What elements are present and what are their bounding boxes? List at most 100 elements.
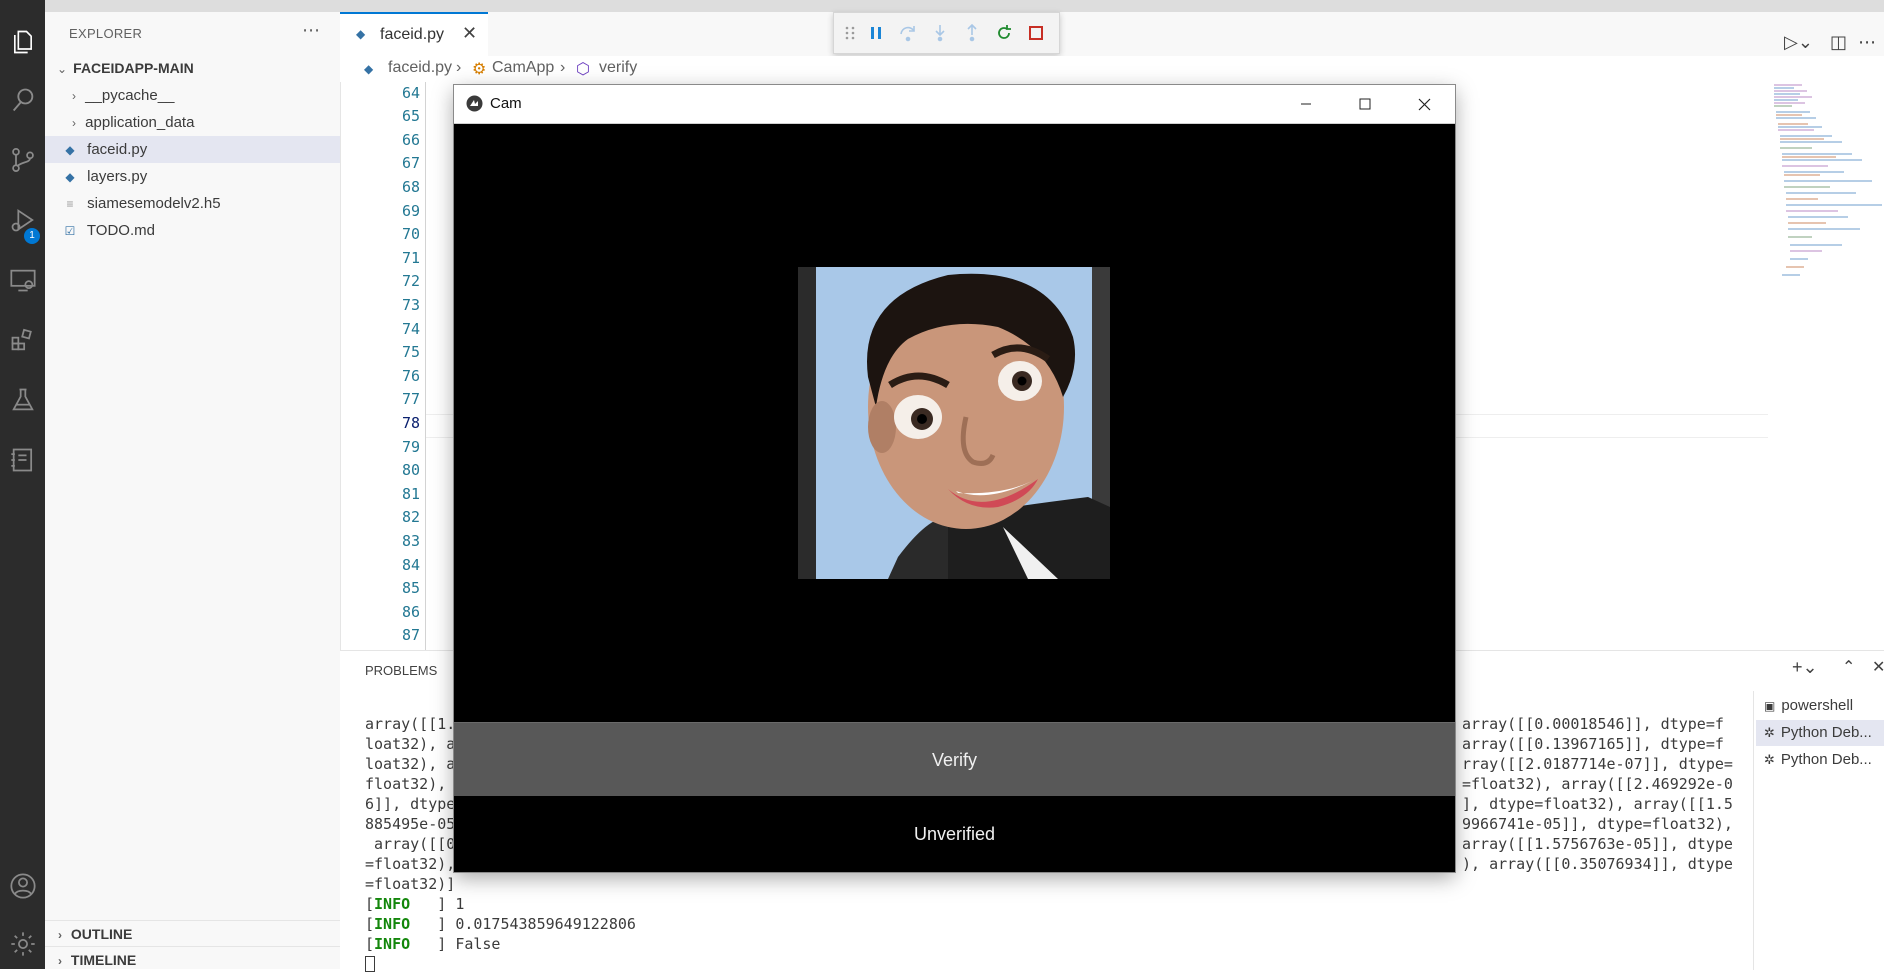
cam-title-bar[interactable]: Cam bbox=[454, 85, 1455, 124]
terminal-line: array([[0.00018546]], dtype=f bbox=[1462, 715, 1724, 733]
remote-monitor-icon bbox=[9, 269, 36, 292]
line-number: 67 bbox=[401, 154, 420, 172]
line-number: 68 bbox=[401, 178, 420, 196]
search-activity[interactable] bbox=[0, 76, 45, 124]
run-python-icon[interactable]: ▷⌄ bbox=[1784, 32, 1813, 53]
info-tag: INFO bbox=[374, 915, 411, 933]
class-icon: ⚙ bbox=[472, 61, 487, 78]
step-into-icon[interactable] bbox=[928, 21, 952, 45]
terminal-item-label: Python Deb... bbox=[1780, 724, 1872, 741]
close-icon[interactable]: ✕ bbox=[462, 23, 477, 44]
breadcrumb-class[interactable]: CamApp bbox=[492, 59, 554, 77]
tree-item-faceid-py[interactable]: ◆ faceid.py bbox=[45, 136, 340, 163]
terminal-line: array([[1. bbox=[365, 715, 456, 733]
info-tag: INFO bbox=[374, 895, 411, 913]
line-number: 87 bbox=[401, 626, 420, 644]
stop-icon[interactable] bbox=[1024, 21, 1048, 45]
tree-item-label: faceid.py bbox=[87, 141, 148, 158]
explorer-activity[interactable] bbox=[0, 18, 45, 66]
info-value: 0.017543859649122806 bbox=[455, 915, 636, 933]
tab-problems[interactable]: PROBLEMS bbox=[365, 663, 437, 678]
notebook-icon bbox=[10, 448, 32, 472]
chevron-right-icon: › bbox=[456, 59, 462, 76]
line-number: 65 bbox=[401, 107, 420, 125]
tree-item-label: __pycache__ bbox=[85, 87, 175, 104]
outline-section[interactable]: › OUTLINE bbox=[45, 920, 340, 947]
python-file-icon: ◆ bbox=[65, 143, 75, 157]
extensions-icon bbox=[11, 328, 32, 351]
terminal-item-python-debug-2[interactable]: ✲ Python Deb... bbox=[1756, 747, 1884, 773]
tree-item-pycache[interactable]: › __pycache__ bbox=[45, 82, 340, 109]
terminal-line: array([[1.5756763e-05]], dtype bbox=[1462, 835, 1733, 853]
line-number: 79 bbox=[401, 438, 420, 456]
close-panel-icon[interactable]: ✕ bbox=[1872, 657, 1884, 677]
tree-item-layers-py[interactable]: ◆ layers.py bbox=[45, 163, 340, 190]
flask-icon bbox=[11, 388, 34, 411]
notebook-activity[interactable] bbox=[0, 436, 45, 484]
line-number: 72 bbox=[401, 272, 420, 290]
extensions-activity[interactable] bbox=[0, 316, 45, 364]
line-number: 64 bbox=[401, 84, 420, 102]
run-debug-activity[interactable]: 1 bbox=[0, 196, 45, 244]
tree-item-label: layers.py bbox=[87, 168, 148, 185]
minimize-icon bbox=[1301, 103, 1311, 105]
tree-item-todo-md[interactable]: ☑ TODO.md bbox=[45, 217, 340, 244]
testing-activity[interactable] bbox=[0, 376, 45, 424]
method-icon: ⬡ bbox=[576, 61, 590, 78]
terminal-item-python-debug[interactable]: ✲ Python Deb... bbox=[1756, 720, 1884, 746]
source-control-icon bbox=[11, 148, 34, 172]
line-number: 85 bbox=[401, 579, 420, 597]
debug-count-badge: 1 bbox=[24, 228, 40, 244]
line-number: 75 bbox=[401, 343, 420, 361]
chevron-up-icon[interactable]: ⌃ bbox=[1842, 657, 1855, 677]
pause-icon[interactable] bbox=[864, 21, 888, 45]
terminal-line: 6]], dtype bbox=[365, 795, 456, 813]
gear-icon bbox=[10, 932, 35, 956]
tree-item-application-data[interactable]: › application_data bbox=[45, 109, 340, 136]
terminal-line: 885495e-05 bbox=[365, 815, 456, 833]
chevron-right-icon: › bbox=[58, 928, 62, 942]
verify-button[interactable]: Verify bbox=[454, 722, 1455, 797]
split-editor-icon[interactable]: ◫ bbox=[1830, 32, 1847, 53]
chevron-right-icon: › bbox=[72, 89, 76, 103]
line-number: 66 bbox=[401, 131, 420, 149]
python-file-icon: ◆ bbox=[65, 170, 75, 184]
restart-icon[interactable] bbox=[992, 21, 1016, 45]
settings-activity[interactable] bbox=[0, 920, 45, 968]
minimize-button[interactable] bbox=[1277, 89, 1335, 119]
step-over-icon[interactable] bbox=[896, 21, 920, 45]
breadcrumb-method[interactable]: verify bbox=[599, 59, 637, 77]
tree-item-siamesemodel[interactable]: ≡ siamesemodelv2.h5 bbox=[45, 190, 340, 217]
accounts-activity[interactable] bbox=[0, 862, 45, 910]
terminal-list-divider bbox=[1753, 691, 1754, 970]
line-number: 86 bbox=[401, 603, 420, 621]
breadcrumb-file[interactable]: faceid.py bbox=[388, 59, 452, 77]
tab-faceid-py[interactable]: ◆ faceid.py ✕ bbox=[340, 12, 488, 58]
terminal-line: array([[0.13967165]], dtype=f bbox=[1462, 735, 1724, 753]
remote-explorer-activity[interactable] bbox=[0, 256, 45, 304]
bug-icon: ✲ bbox=[1764, 752, 1775, 767]
drag-handle-icon[interactable] bbox=[838, 21, 862, 45]
generic-file-icon: ≡ bbox=[66, 197, 74, 211]
step-out-icon[interactable] bbox=[960, 21, 984, 45]
more-actions-icon[interactable]: ⋯ bbox=[1858, 32, 1876, 53]
line-number: 73 bbox=[401, 296, 420, 314]
terminal-item-powershell[interactable]: ▣ powershell bbox=[1756, 693, 1884, 719]
workspace-root[interactable]: ⌄ FACEIDAPP-MAIN bbox=[45, 55, 340, 82]
close-button[interactable] bbox=[1395, 89, 1453, 119]
cam-window: Cam Verify Unverified bbox=[454, 85, 1455, 872]
terminal-line: ), array([[0.35076934]], dtype bbox=[1462, 855, 1733, 873]
terminal-line: float32), bbox=[365, 775, 447, 793]
info-value: False bbox=[455, 935, 501, 953]
line-number-gutter: 64 65 66 67 68 69 70 71 72 73 74 75 76 7… bbox=[340, 82, 420, 650]
maximize-button[interactable] bbox=[1336, 89, 1394, 119]
more-actions-icon[interactable]: ⋯ bbox=[302, 20, 320, 41]
terminal-info-line: [INFO ] 1 bbox=[365, 895, 465, 913]
terminal-info-line: [INFO ] False bbox=[365, 935, 501, 953]
outline-label: OUTLINE bbox=[70, 926, 133, 942]
python-file-icon: ◆ bbox=[356, 27, 366, 41]
minimap[interactable] bbox=[1772, 82, 1884, 322]
source-control-activity[interactable] bbox=[0, 136, 45, 184]
new-terminal-icon[interactable]: +⌄ bbox=[1792, 657, 1818, 678]
line-number: 70 bbox=[401, 225, 420, 243]
